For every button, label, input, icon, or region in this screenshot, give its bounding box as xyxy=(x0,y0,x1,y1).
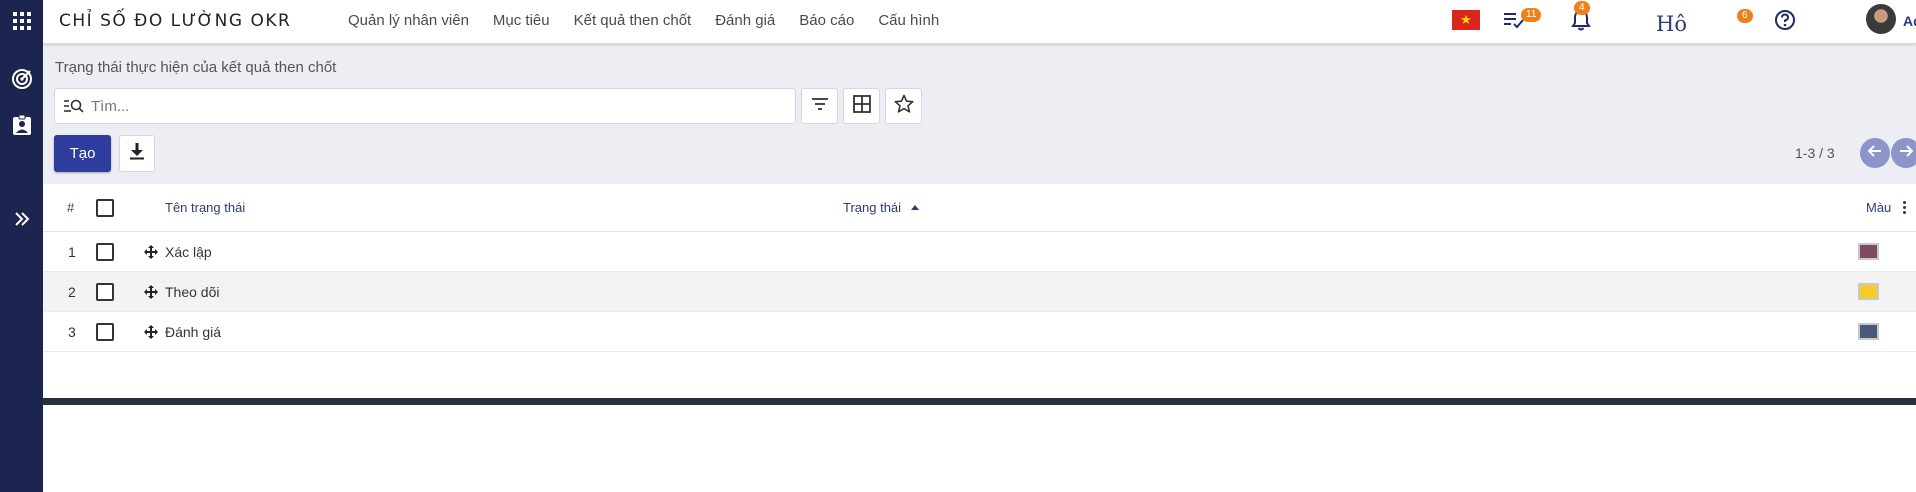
column-header-name[interactable]: Tên trạng thái xyxy=(165,184,245,231)
menu-item-reports[interactable]: Báo cáo xyxy=(799,12,854,29)
column-header-index: # xyxy=(67,200,75,215)
ho-text: Hô xyxy=(1656,12,1687,36)
table-row[interactable]: 1 Xác lập xyxy=(43,232,1916,272)
top-navbar: CHỈ SỐ ĐO LƯỜNG OKR Quản lý nhân viên Mụ… xyxy=(43,0,1916,44)
menu-item-objectives[interactable]: Mục tiêu xyxy=(493,12,550,29)
target-icon[interactable] xyxy=(0,64,43,94)
create-button[interactable]: Tạo xyxy=(54,135,111,172)
drag-icon[interactable] xyxy=(144,312,158,351)
column-header-status-label: Trạng thái xyxy=(843,200,902,215)
sort-ascending-icon xyxy=(911,205,920,210)
download-button[interactable] xyxy=(119,135,155,172)
vietnam-flag-icon[interactable]: ★ xyxy=(1452,10,1480,30)
avatar[interactable] xyxy=(1866,4,1896,34)
table-row[interactable]: 2 Theo dõi xyxy=(43,272,1916,312)
row-index: 1 xyxy=(68,243,76,260)
pager-previous-button[interactable] xyxy=(1860,138,1890,168)
row-name: Xác lập xyxy=(165,243,212,260)
row-color-swatch xyxy=(1858,232,1879,271)
row-checkbox[interactable] xyxy=(96,272,114,311)
column-header-color[interactable]: Màu xyxy=(1866,184,1891,231)
filter-icon xyxy=(811,97,829,116)
app-title[interactable]: CHỈ SỐ ĐO LƯỜNG OKR xyxy=(59,11,291,31)
arrow-left-icon xyxy=(1867,144,1882,162)
menu-item-evaluation[interactable]: Đánh giá xyxy=(715,12,775,29)
list-table: # Tên trạng thái Trạng thái Màu 1 Xác lậ… xyxy=(43,184,1916,352)
search-box[interactable] xyxy=(54,88,796,124)
pager-value[interactable]: 1-3 / 3 xyxy=(1795,145,1835,161)
drag-icon[interactable] xyxy=(144,272,158,311)
row-checkbox[interactable] xyxy=(96,312,114,351)
arrow-right-icon xyxy=(1899,144,1914,162)
favorites-button[interactable] xyxy=(885,88,922,124)
activity-count-badge: 11 xyxy=(1521,8,1542,22)
footer-divider xyxy=(43,398,1916,405)
badge-icon[interactable] xyxy=(0,110,43,140)
grid-icon xyxy=(852,94,871,118)
row-color-swatch xyxy=(1858,312,1879,351)
filter-button[interactable] xyxy=(801,88,838,124)
left-rail xyxy=(0,0,43,492)
search-input[interactable] xyxy=(91,96,781,116)
table-row[interactable]: 3 Đánh giá xyxy=(43,312,1916,352)
table-header: # Tên trạng thái Trạng thái Màu xyxy=(43,184,1916,232)
column-options-icon[interactable] xyxy=(1903,184,1906,231)
row-name: Đánh giá xyxy=(165,323,222,340)
user-name[interactable]: Admin xyxy=(1903,13,1916,29)
select-all-checkbox[interactable] xyxy=(96,184,114,231)
main-menu: Quản lý nhân viên Mục tiêu Kết quả then … xyxy=(348,12,963,29)
help-icon[interactable] xyxy=(1774,9,1796,36)
column-header-status[interactable]: Trạng thái xyxy=(843,184,920,231)
row-index: 3 xyxy=(68,323,76,340)
pager-next-button[interactable] xyxy=(1891,138,1916,168)
star-icon xyxy=(894,94,914,119)
row-checkbox[interactable] xyxy=(96,232,114,271)
search-icon xyxy=(63,97,85,120)
expand-icon[interactable] xyxy=(0,204,43,234)
row-name: Theo dõi xyxy=(165,283,220,300)
download-icon xyxy=(129,142,145,165)
notification-count-badge: 4 xyxy=(1574,1,1590,15)
row-index: 2 xyxy=(68,283,76,300)
extra-count-badge: 6 xyxy=(1737,9,1753,23)
menu-item-key-results[interactable]: Kết quả then chốt xyxy=(574,12,692,29)
breadcrumb: Trạng thái thực hiện của kết quả then ch… xyxy=(55,59,337,76)
row-color-swatch xyxy=(1858,272,1879,311)
menu-item-employees[interactable]: Quản lý nhân viên xyxy=(348,12,469,29)
apps-icon[interactable] xyxy=(0,6,43,36)
menu-item-settings[interactable]: Cấu hình xyxy=(878,12,939,29)
control-panel: Trạng thái thực hiện của kết quả then ch… xyxy=(43,44,1916,184)
groupby-button[interactable] xyxy=(843,88,880,124)
drag-icon[interactable] xyxy=(144,232,158,271)
